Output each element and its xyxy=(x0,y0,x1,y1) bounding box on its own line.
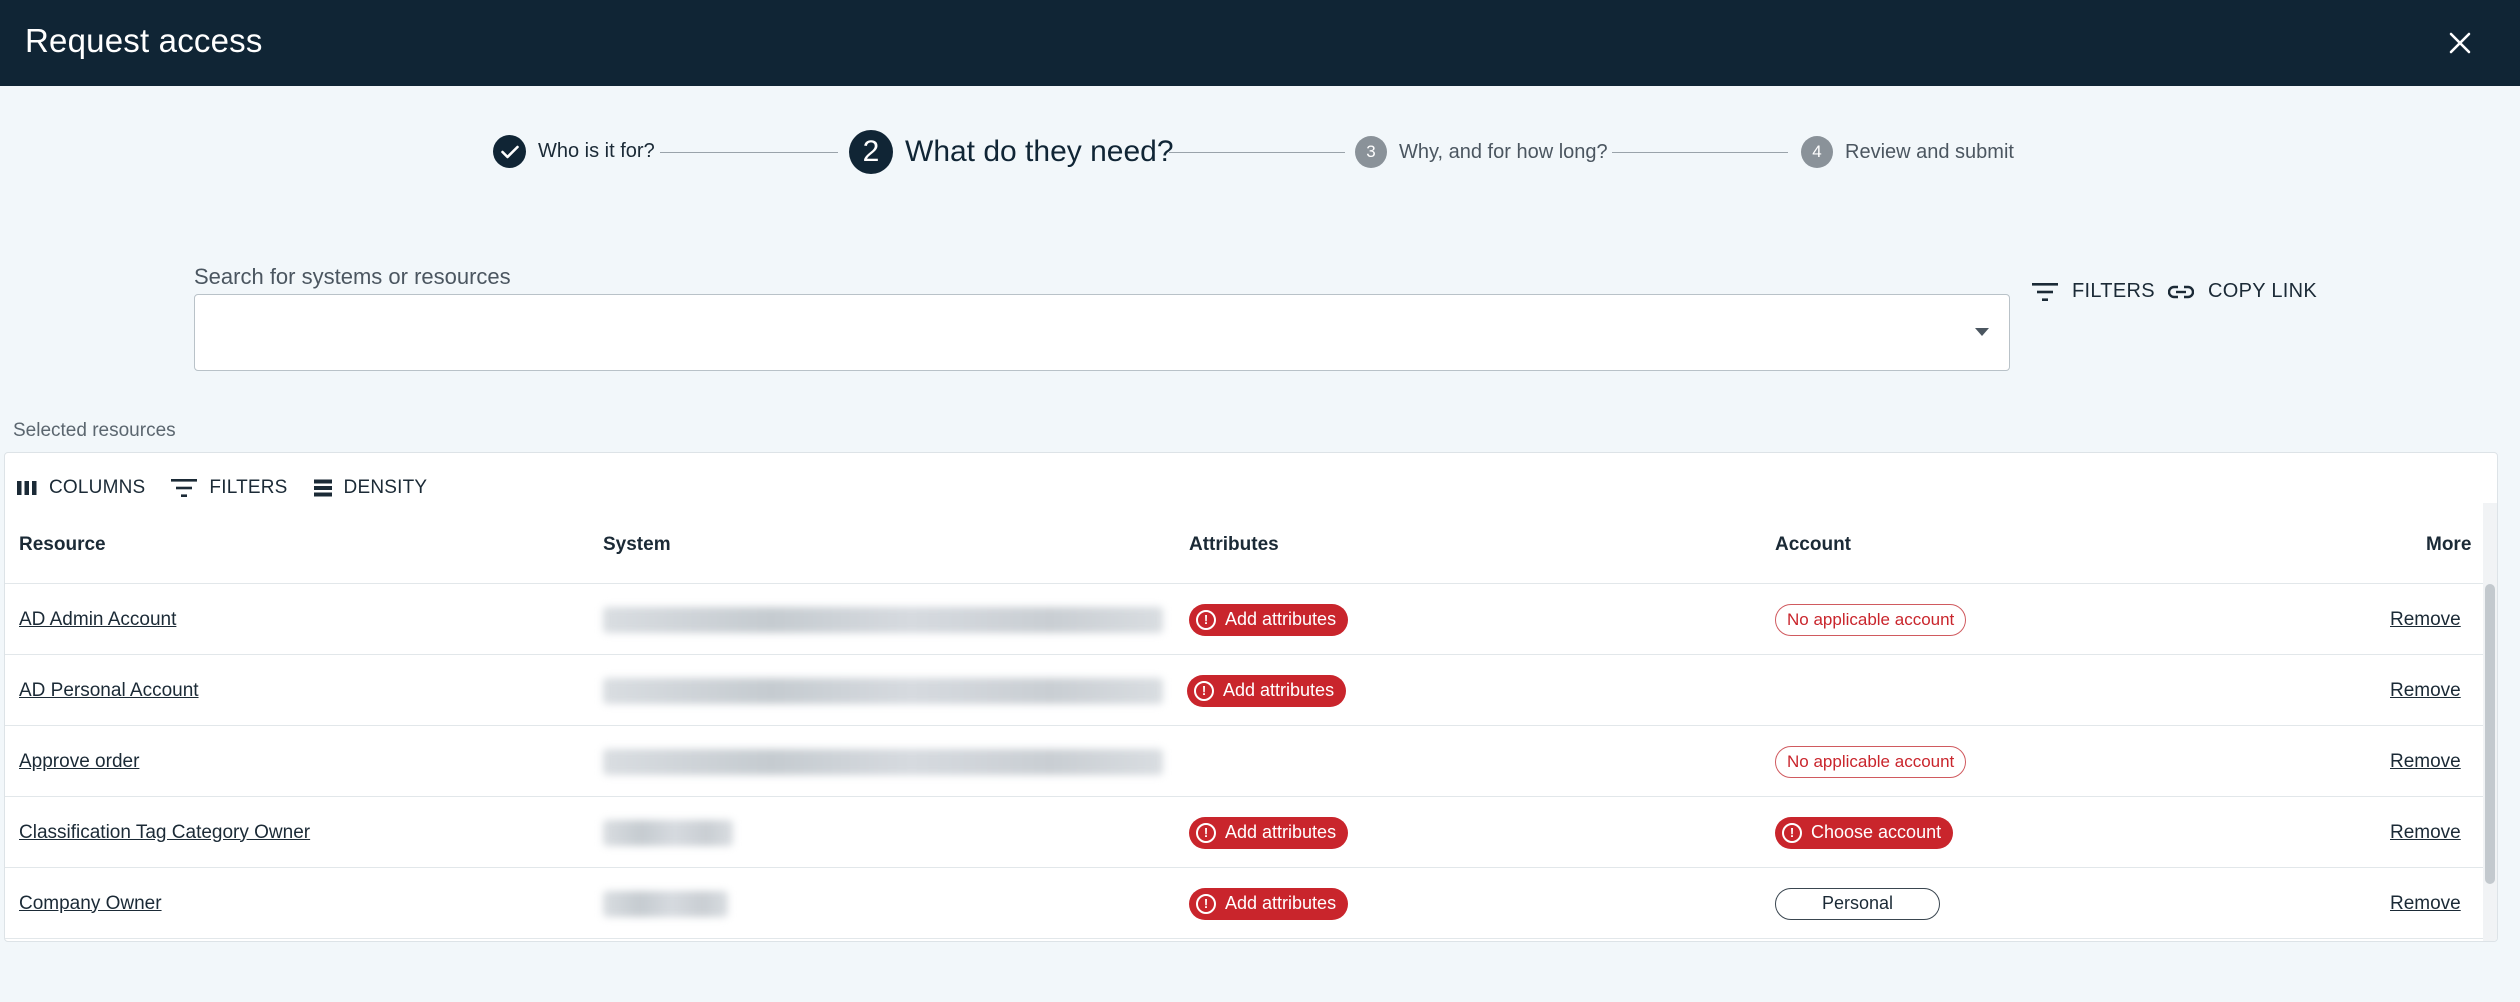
remove-link[interactable]: Remove xyxy=(2390,609,2461,631)
selected-resources-grid: COLUMNS FILTERS DENSITY Resource System … xyxy=(4,452,2498,942)
step-connector xyxy=(1169,152,1345,153)
close-button[interactable] xyxy=(2440,23,2480,63)
columns-button[interactable]: COLUMNS xyxy=(17,477,145,499)
check-icon xyxy=(493,135,526,168)
grid-toolbar: COLUMNS FILTERS DENSITY xyxy=(17,473,453,503)
error-icon: ! xyxy=(1196,822,1216,843)
table-row: Approve order No applicable account Remo… xyxy=(5,726,2483,797)
link-icon xyxy=(2168,285,2194,298)
step-2: 2 What do they need? xyxy=(849,130,1174,174)
dialog-title: Request access xyxy=(25,22,263,59)
filter-icon xyxy=(171,479,198,497)
column-header-attributes[interactable]: Attributes xyxy=(1189,525,1279,565)
selected-resources-label: Selected resources xyxy=(13,420,176,441)
error-icon: ! xyxy=(1782,822,1802,843)
table-row: AD Personal Account ! Add attributes Rem… xyxy=(5,655,2483,726)
search-label: Search for systems or resources xyxy=(194,264,511,289)
column-header-account[interactable]: Account xyxy=(1775,525,1851,565)
choose-account-chip[interactable]: ! Choose account xyxy=(1775,816,1954,849)
column-header-resource[interactable]: Resource xyxy=(19,525,106,565)
step-1-label: Who is it for? xyxy=(538,140,655,162)
columns-label: COLUMNS xyxy=(49,477,146,498)
dropdown-arrow-icon[interactable] xyxy=(1975,328,1989,336)
error-icon: ! xyxy=(1196,893,1216,914)
table-row: AD Admin Account ! Add attributes No app… xyxy=(5,584,2483,655)
search-input[interactable] xyxy=(195,295,2009,370)
remove-link[interactable]: Remove xyxy=(2390,751,2461,773)
copy-link-button[interactable]: COPY LINK xyxy=(2168,280,2317,303)
step-connector xyxy=(660,152,838,153)
column-header-system[interactable]: System xyxy=(603,525,671,565)
add-attributes-chip[interactable]: ! Add attributes xyxy=(1189,816,1349,849)
add-attributes-chip[interactable]: ! Add attributes xyxy=(1189,603,1349,636)
remove-link[interactable]: Remove xyxy=(2390,893,2461,915)
no-account-chip: No applicable account xyxy=(1775,745,1967,778)
chip-label: Add attributes xyxy=(1225,609,1337,629)
redacted-system xyxy=(603,606,1163,633)
grid-filters-button[interactable]: FILTERS xyxy=(171,477,287,499)
step-3: 3 Why, and for how long? xyxy=(1355,136,1608,168)
add-attributes-chip[interactable]: ! Add attributes xyxy=(1189,887,1349,920)
filters-button[interactable]: FILTERS xyxy=(2032,280,2155,303)
table-row: Classification Tag Category Owner ! Add … xyxy=(5,797,2483,868)
step-3-number: 3 xyxy=(1355,136,1387,168)
filters-label: FILTERS xyxy=(2072,280,2155,302)
redacted-system xyxy=(603,819,733,846)
grid-filters-label: FILTERS xyxy=(209,477,288,498)
filter-icon xyxy=(2032,282,2058,301)
copy-link-label: COPY LINK xyxy=(2208,280,2318,302)
chip-label: Choose account xyxy=(1811,822,1942,842)
dialog-header: Request access xyxy=(0,0,2520,86)
close-icon xyxy=(2449,32,2471,54)
redacted-system xyxy=(603,677,1163,704)
redacted-system xyxy=(603,890,728,917)
chip-label: Add attributes xyxy=(1223,680,1335,700)
column-header-more: More xyxy=(2426,534,2472,555)
remove-link[interactable]: Remove xyxy=(2390,822,2461,844)
redacted-system xyxy=(603,748,1163,775)
step-1[interactable]: Who is it for? xyxy=(493,135,655,168)
account-chip[interactable]: Personal xyxy=(1775,887,1940,920)
step-3-label: Why, and for how long? xyxy=(1399,140,1608,163)
chip-label: Add attributes xyxy=(1225,893,1337,913)
resource-link[interactable]: Approve order xyxy=(19,751,139,773)
step-2-label: What do they need? xyxy=(905,135,1174,168)
vertical-scrollbar[interactable] xyxy=(2483,503,2497,941)
step-4: 4 Review and submit xyxy=(1801,136,2014,168)
resource-link[interactable]: Classification Tag Category Owner xyxy=(19,822,310,844)
step-connector xyxy=(1612,152,1788,153)
resource-link[interactable]: Company Owner xyxy=(19,893,162,915)
resource-link[interactable]: AD Admin Account xyxy=(19,609,176,631)
step-2-number: 2 xyxy=(849,130,893,174)
remove-link[interactable]: Remove xyxy=(2390,680,2461,702)
step-4-label: Review and submit xyxy=(1845,140,2014,163)
table-row: Company Owner ! Add attributes Personal … xyxy=(5,868,2483,939)
step-4-number: 4 xyxy=(1801,136,1833,168)
error-icon: ! xyxy=(1196,609,1216,630)
no-account-chip: No applicable account xyxy=(1775,603,1967,636)
add-attributes-chip[interactable]: ! Add attributes xyxy=(1187,674,1347,707)
chip-label: Add attributes xyxy=(1225,822,1337,842)
search-combobox[interactable] xyxy=(194,294,2010,371)
error-icon: ! xyxy=(1194,680,1214,701)
density-button[interactable]: DENSITY xyxy=(313,477,428,499)
resource-link[interactable]: AD Personal Account xyxy=(19,680,199,702)
density-label: DENSITY xyxy=(343,477,428,498)
density-icon xyxy=(313,479,332,497)
scrollbar-thumb[interactable] xyxy=(2485,584,2495,884)
columns-icon xyxy=(17,481,37,495)
